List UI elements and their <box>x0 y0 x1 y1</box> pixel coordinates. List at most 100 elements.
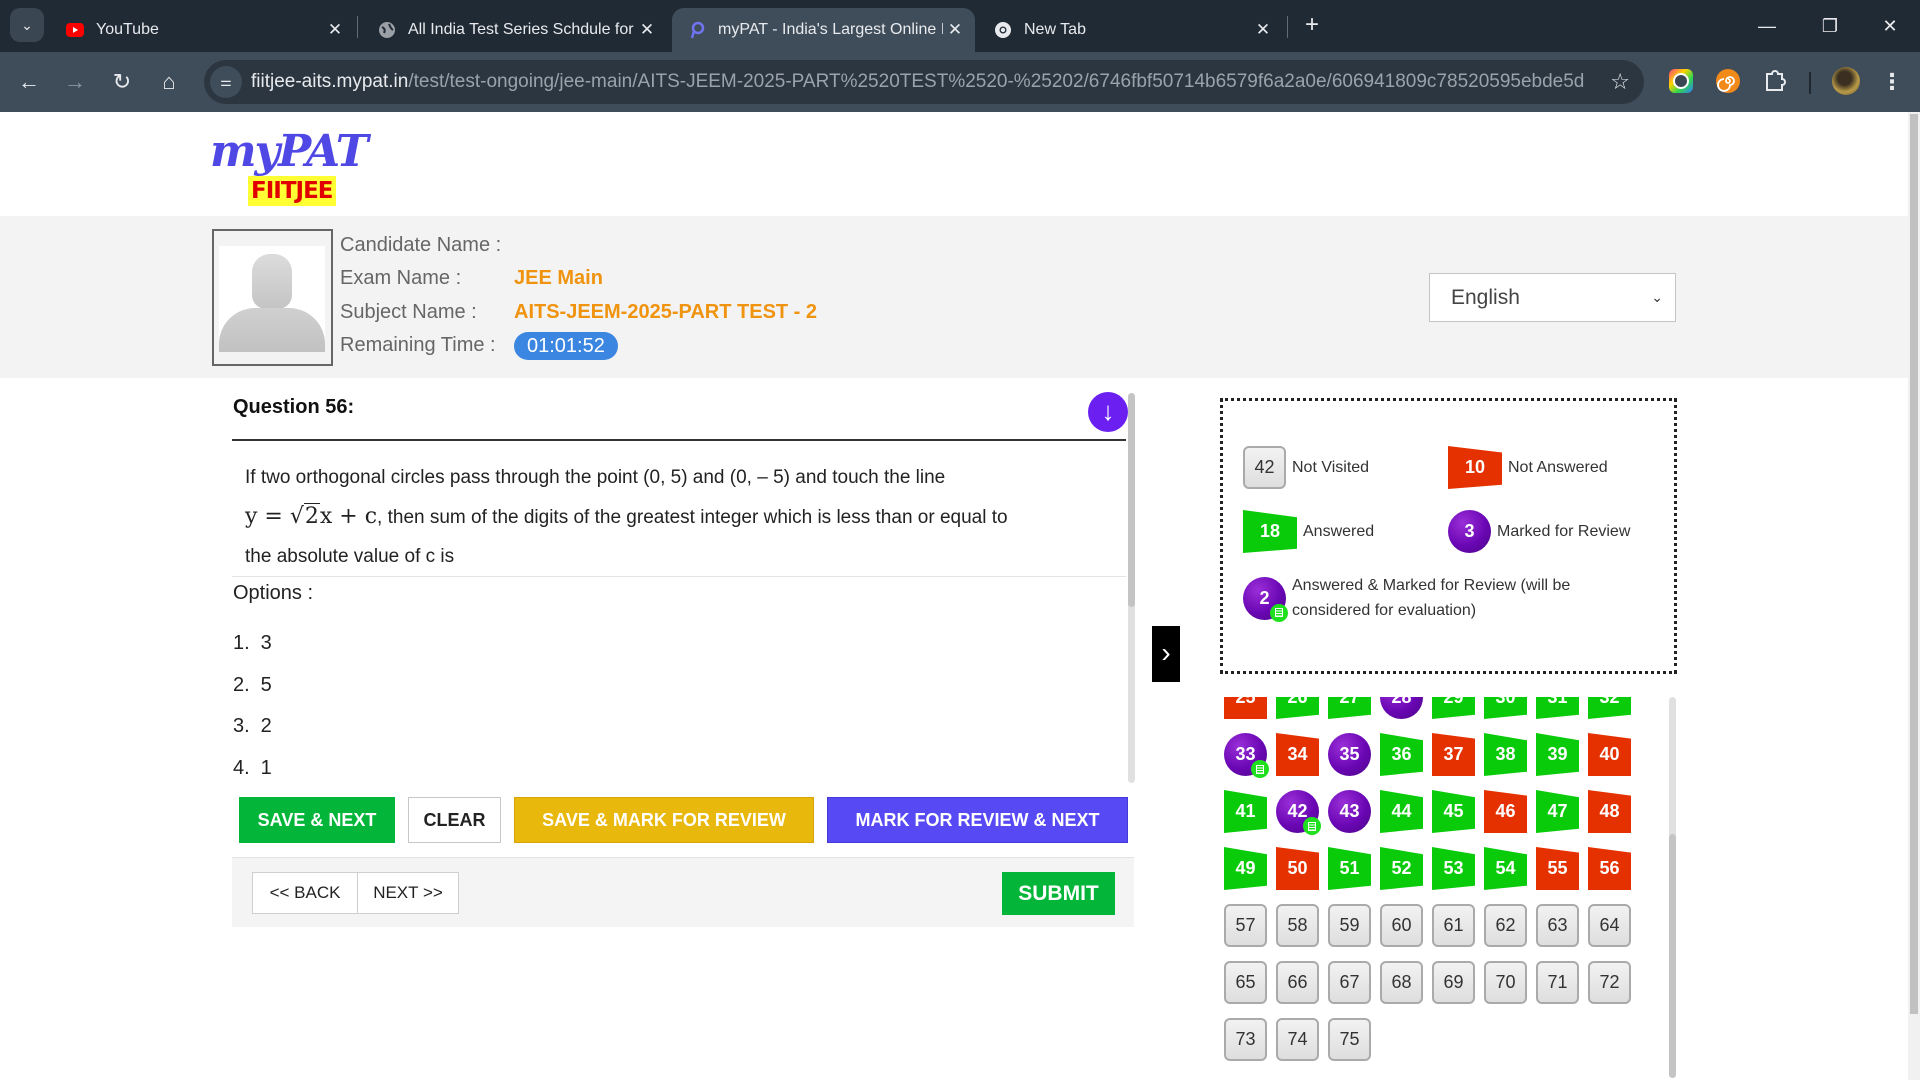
palette-question-53-answered[interactable]: 53 <box>1432 847 1475 890</box>
swirl-extension-icon[interactable] <box>1715 68 1741 94</box>
palette-question-65-not-visited[interactable]: 65 <box>1224 961 1267 1004</box>
window-close-button[interactable]: ✕ <box>1867 10 1913 42</box>
palette-question-39-answered[interactable]: 39 <box>1536 733 1579 776</box>
palette-question-45-answered[interactable]: 45 <box>1432 790 1475 833</box>
question-text: If two orthogonal circles pass through t… <box>245 458 1115 576</box>
palette-question-25-not-answered[interactable]: 25 <box>1224 697 1267 719</box>
submit-button[interactable]: SUBMIT <box>1002 872 1115 915</box>
option-1[interactable]: 1. 3 <box>233 632 272 655</box>
page-scrollbar[interactable] <box>1908 112 1920 1080</box>
option-2[interactable]: 2. 5 <box>233 674 272 697</box>
palette-question-70-not-visited[interactable]: 70 <box>1484 961 1527 1004</box>
palette-question-51-answered[interactable]: 51 <box>1328 847 1371 890</box>
page-scrollbar-thumb[interactable] <box>1910 114 1918 1014</box>
palette-question-59-not-visited[interactable]: 59 <box>1328 904 1371 947</box>
tab-new-tab[interactable]: New Tab ✕ <box>978 8 1283 52</box>
palette-question-31-answered[interactable]: 31 <box>1536 697 1579 719</box>
tab-close-icon[interactable]: ✕ <box>635 20 659 40</box>
palette-question-48-not-answered[interactable]: 48 <box>1588 790 1631 833</box>
tab-test-schedule[interactable]: All India Test Series Schdule for ✕ <box>362 8 667 52</box>
palette-question-33-answered-marked-review[interactable]: 33 <box>1224 733 1269 778</box>
palette-question-74-not-visited[interactable]: 74 <box>1276 1018 1319 1061</box>
save-mark-review-button[interactable]: SAVE & MARK FOR REVIEW <box>514 797 814 843</box>
next-button[interactable]: NEXT >> <box>357 872 459 914</box>
palette-question-47-answered[interactable]: 47 <box>1536 790 1579 833</box>
palette-question-36-answered[interactable]: 36 <box>1380 733 1423 776</box>
palette-scrollbar-thumb[interactable] <box>1669 834 1676 1078</box>
palette-question-27-answered[interactable]: 27 <box>1328 697 1371 719</box>
address-bar[interactable]: ⚌ fiitjee-aits.mypat.in/test/test-ongoin… <box>204 60 1644 104</box>
back-button[interactable]: << BACK <box>252 872 358 914</box>
palette-question-61-not-visited[interactable]: 61 <box>1432 904 1475 947</box>
mark-review-next-button[interactable]: MARK FOR REVIEW & NEXT <box>827 797 1128 843</box>
palette-question-68-not-visited[interactable]: 68 <box>1380 961 1423 1004</box>
option-4[interactable]: 4. 1 <box>233 757 272 780</box>
tab-close-icon[interactable]: ✕ <box>1251 20 1275 40</box>
palette-question-69-not-visited[interactable]: 69 <box>1432 961 1475 1004</box>
back-arrow-icon[interactable]: ← <box>11 64 47 100</box>
palette-question-35-marked-review[interactable]: 35 <box>1328 733 1371 776</box>
palette-question-28-marked-review[interactable]: 28 <box>1380 697 1423 719</box>
question-scrollbar[interactable] <box>1128 393 1135 783</box>
palette-question-71-not-visited[interactable]: 71 <box>1536 961 1579 1004</box>
option-3[interactable]: 3. 2 <box>233 715 272 738</box>
site-settings-icon[interactable]: ⚌ <box>210 66 242 98</box>
palette-question-40-not-answered[interactable]: 40 <box>1588 733 1631 776</box>
palette-question-26-answered[interactable]: 26 <box>1276 697 1319 719</box>
palette-question-62-not-visited[interactable]: 62 <box>1484 904 1527 947</box>
palette-question-42-answered-marked-review[interactable]: 42 <box>1276 790 1321 835</box>
count-text: 2 <box>1259 587 1270 608</box>
palette-question-29-answered[interactable]: 29 <box>1432 697 1475 719</box>
palette-question-46-not-answered[interactable]: 46 <box>1484 790 1527 833</box>
palette-question-75-not-visited[interactable]: 75 <box>1328 1018 1371 1061</box>
tab-search-button[interactable]: ⌄ <box>10 8 44 42</box>
browser-menu-icon[interactable]: ⋮ <box>1880 64 1904 100</box>
profile-avatar[interactable] <box>1832 67 1860 95</box>
tab-close-icon[interactable]: ✕ <box>943 20 967 40</box>
palette-question-32-answered[interactable]: 32 <box>1588 697 1631 719</box>
palette-question-73-not-visited[interactable]: 73 <box>1224 1018 1267 1061</box>
palette-question-55-not-answered[interactable]: 55 <box>1536 847 1579 890</box>
clear-button[interactable]: CLEAR <box>408 797 501 843</box>
palette-question-50-not-answered[interactable]: 50 <box>1276 847 1319 890</box>
palette-question-58-not-visited[interactable]: 58 <box>1276 904 1319 947</box>
palette-question-64-not-visited[interactable]: 64 <box>1588 904 1631 947</box>
new-tab-button[interactable]: + <box>1298 12 1326 40</box>
palette-question-37-not-answered[interactable]: 37 <box>1432 733 1475 776</box>
home-icon[interactable]: ⌂ <box>151 64 187 100</box>
save-next-button[interactable]: SAVE & NEXT <box>239 797 395 843</box>
palette-question-56-not-answered[interactable]: 56 <box>1588 847 1631 890</box>
forward-arrow-icon[interactable]: → <box>57 64 93 100</box>
camera-extension-icon[interactable] <box>1668 68 1694 94</box>
palette-question-57-not-visited[interactable]: 57 <box>1224 904 1267 947</box>
minimize-button[interactable]: — <box>1744 10 1790 42</box>
palette-question-52-answered[interactable]: 52 <box>1380 847 1423 890</box>
palette-question-67-not-visited[interactable]: 67 <box>1328 961 1371 1004</box>
palette-question-34-not-answered[interactable]: 34 <box>1276 733 1319 776</box>
palette-question-66-not-visited[interactable]: 66 <box>1276 961 1319 1004</box>
palette-question-38-answered[interactable]: 38 <box>1484 733 1527 776</box>
bookmark-star-icon[interactable]: ☆ <box>1610 60 1630 104</box>
palette-question-41-answered[interactable]: 41 <box>1224 790 1267 833</box>
palette-scrollbar[interactable] <box>1669 697 1676 1078</box>
option-value: 1 <box>260 757 272 779</box>
palette-question-43-marked-review[interactable]: 43 <box>1328 790 1371 833</box>
palette-question-63-not-visited[interactable]: 63 <box>1536 904 1579 947</box>
palette-question-44-answered[interactable]: 44 <box>1380 790 1423 833</box>
reload-icon[interactable]: ↻ <box>104 64 140 100</box>
palette-question-49-answered[interactable]: 49 <box>1224 847 1267 890</box>
scroll-down-arrow-icon[interactable]: ↓ <box>1088 392 1128 432</box>
question-scrollbar-thumb[interactable] <box>1128 393 1135 607</box>
extensions-puzzle-icon[interactable] <box>1762 68 1788 94</box>
restore-button[interactable]: ❐ <box>1807 10 1853 42</box>
collapse-panel-chevron-icon[interactable]: › <box>1152 626 1180 682</box>
language-select[interactable]: English ⌄ <box>1429 273 1676 322</box>
palette-question-54-answered[interactable]: 54 <box>1484 847 1527 890</box>
palette-question-72-not-visited[interactable]: 72 <box>1588 961 1631 1004</box>
tab-mypat[interactable]: myPAT - India's Largest Online I ✕ <box>672 8 975 52</box>
tab-close-icon[interactable]: ✕ <box>323 20 347 40</box>
palette-question-30-answered[interactable]: 30 <box>1484 697 1527 719</box>
url-text[interactable]: fiitjee-aits.mypat.in/test/test-ongoing/… <box>251 60 1584 104</box>
tab-youtube[interactable]: YouTube ✕ <box>50 8 355 52</box>
palette-question-60-not-visited[interactable]: 60 <box>1380 904 1423 947</box>
